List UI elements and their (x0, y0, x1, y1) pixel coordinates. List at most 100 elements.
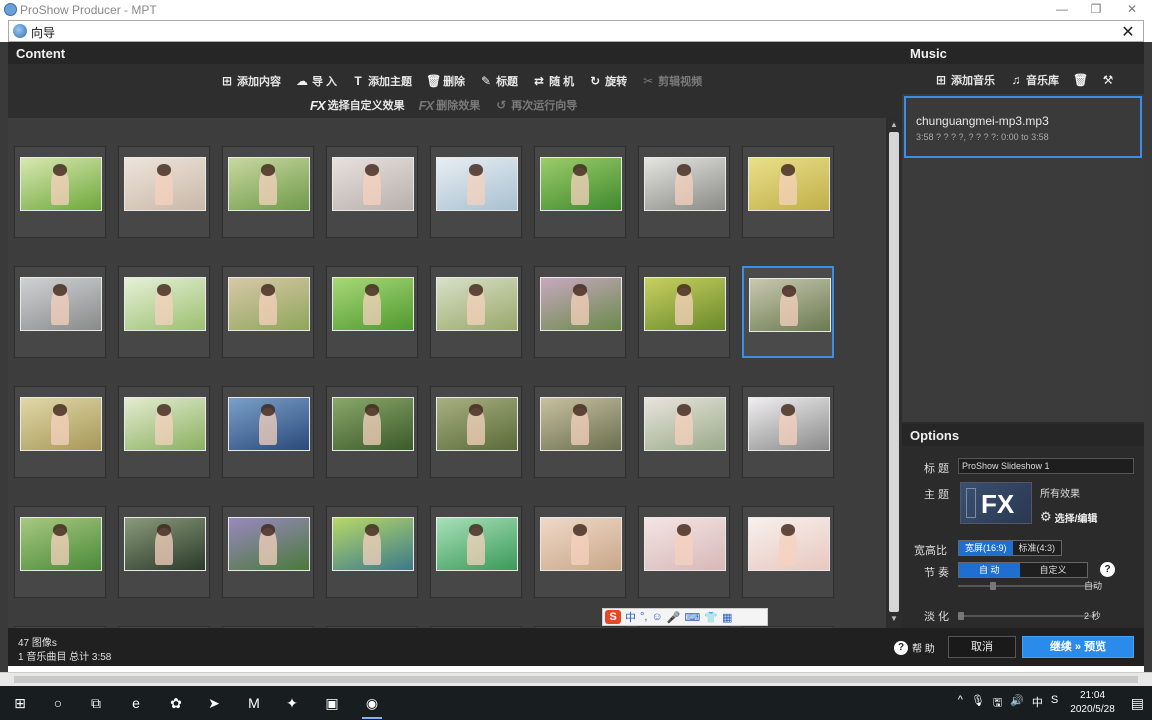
toolbar_row1-item-5[interactable]: ⇄ 随 机 (532, 73, 574, 89)
thumbnail-slide[interactable] (742, 146, 834, 238)
ime-item-4[interactable]: ⌨ (684, 611, 700, 624)
toolbar_row2-item-1[interactable]: FX 删除效果 (419, 97, 481, 113)
app-purple-icon[interactable]: ✿ (164, 691, 188, 715)
content-vertical-scrollbar[interactable]: ▲ ▼ (886, 118, 902, 628)
tray-icon-5[interactable]: S (1051, 694, 1058, 713)
thumbnail-slide[interactable] (14, 506, 106, 598)
cortana-icon[interactable]: ○ (46, 691, 70, 715)
rhythm-custom-option[interactable]: 自定义 (1019, 563, 1087, 577)
thumbnail-slide[interactable] (222, 506, 314, 598)
thumbnail-slide[interactable] (118, 266, 210, 358)
tray-icon-2[interactable]: 🖫 (993, 694, 1002, 713)
app-store-icon[interactable]: ▣ (320, 691, 344, 715)
toolbar_row1-item-1[interactable]: ☁ 导 入 (295, 73, 337, 89)
thumbnail-slide[interactable] (222, 266, 314, 358)
underlying-horizontal-scrollbar[interactable] (0, 672, 1152, 686)
thumbnail-slide[interactable] (430, 506, 522, 598)
rhythm-auto-option[interactable]: 自 动 (959, 563, 1020, 577)
app-close-button[interactable]: ✕ (1122, 2, 1142, 18)
theme-preview-tile[interactable]: FX (960, 482, 1032, 524)
wizard-close-button[interactable]: ✕ (1119, 22, 1137, 42)
aspect-ratio-toggle[interactable]: 宽屏(16:9) 标准(4:3) (958, 540, 1063, 556)
thumbnail-slide[interactable] (742, 266, 834, 358)
tray-icon-1[interactable]: 🎙 (971, 694, 985, 713)
ime-item-5[interactable]: 👕 (704, 611, 718, 624)
thumbnail-slide[interactable] (638, 146, 730, 238)
thumbnail-slide[interactable] (534, 506, 626, 598)
thumbnail-slide[interactable] (534, 266, 626, 358)
scroll-up-arrow-icon[interactable]: ▲ (886, 120, 902, 132)
toolbar_row1-item-0[interactable]: ⊞ 添加内容 (220, 73, 281, 89)
thumbnail-slide[interactable] (326, 506, 418, 598)
help-button[interactable]: ? 帮 助 (894, 640, 935, 655)
thumbnail-slide[interactable] (638, 506, 730, 598)
ime-item-1[interactable]: °, (640, 611, 647, 623)
rhythm-toggle[interactable]: 自 动 自定义 (958, 562, 1088, 578)
maximize-button[interactable]: ❐ (1086, 2, 1106, 18)
thumbnail-slide[interactable] (430, 386, 522, 478)
thumbnail-slide[interactable] (534, 386, 626, 478)
thumbnail-slide[interactable] (118, 146, 210, 238)
thumbnail-slide[interactable] (326, 266, 418, 358)
thumbnail-slide[interactable] (14, 386, 106, 478)
thumbnail-slide[interactable] (742, 506, 834, 598)
fade-slider-knob[interactable] (958, 612, 964, 620)
thumbnail-slide[interactable] (430, 146, 522, 238)
toolbar_row1-item-4[interactable]: ✎ 标题 (479, 73, 518, 89)
rhythm-help-icon[interactable]: ? (1100, 562, 1115, 577)
toolbar_row1-item-7[interactable]: ✂ 剪辑视频 (641, 73, 702, 89)
ime-item-0[interactable]: 中 (625, 609, 636, 625)
toolbar_row1-item-6[interactable]: ↻ 旋转 (588, 73, 627, 89)
continue-preview-button[interactable]: 继续 » 预览 (1022, 636, 1134, 658)
toolbar_row2-item-0[interactable]: FX 选择自定义效果 (310, 97, 405, 113)
notification-center-icon[interactable]: ▤ (1131, 695, 1144, 712)
rhythm-slider-knob[interactable] (990, 582, 996, 590)
thumbnail-slide[interactable] (638, 386, 730, 478)
scroll-down-arrow-icon[interactable]: ▼ (886, 614, 902, 626)
app-dark-icon[interactable]: M (242, 691, 266, 715)
thumbnail-slide[interactable] (534, 146, 626, 238)
ime-item-6[interactable]: ▦ (722, 611, 732, 624)
music-item-2[interactable]: 🗑 (1073, 73, 1088, 87)
thumbnail-slide[interactable] (118, 386, 210, 478)
taskbar-clock[interactable]: 21:04 2020/5/28 (1070, 689, 1115, 717)
music-item-3[interactable]: ⚒ (1101, 73, 1115, 87)
music-item-1[interactable]: ♫ 音乐库 (1009, 72, 1060, 88)
minimize-button[interactable]: — (1052, 2, 1072, 18)
start-button[interactable]: ⊞ (8, 691, 32, 715)
app-red-icon[interactable]: ✦ (280, 691, 304, 715)
ime-toolbar[interactable]: S 中 °, ☺ 🎤 ⌨ 👕 ▦ (602, 608, 768, 626)
toolbar_row2-item-2[interactable]: ↺ 再次运行向导 (494, 97, 577, 113)
thumbnail-slide[interactable] (118, 506, 210, 598)
tray-icon-3[interactable]: 🔊 (1010, 694, 1024, 713)
underlying-scroll-thumb[interactable] (14, 676, 1138, 683)
task-view-icon[interactable]: ⧉ (84, 691, 108, 715)
thumbnail-slide[interactable] (222, 386, 314, 478)
ime-item-3[interactable]: 🎤 (667, 611, 681, 624)
tray-icon-0[interactable]: ^ (958, 694, 963, 713)
toolbar_row1-item-2[interactable]: T 添加主题 (351, 73, 412, 89)
thumbnail-slide[interactable] (326, 386, 418, 478)
cancel-button[interactable]: 取消 (948, 636, 1016, 658)
thumbnail-slide[interactable] (14, 266, 106, 358)
thumbnail-slide[interactable] (638, 266, 730, 358)
toolbar_row1-item-3[interactable]: 🗑 删除 (426, 73, 465, 89)
ime-item-2[interactable]: ☺ (651, 611, 662, 623)
aspect-widescreen-option[interactable]: 宽屏(16:9) (959, 541, 1013, 555)
music-item-0[interactable]: ⊞ 添加音乐 (934, 72, 995, 88)
thumbnail-slide[interactable] (326, 146, 418, 238)
thumbnail-slide[interactable] (430, 266, 522, 358)
scroll-thumb[interactable] (889, 132, 899, 612)
slideshow-title-input[interactable]: ProShow Slideshow 1 (958, 458, 1134, 474)
tray-icon-4[interactable]: 中 (1032, 694, 1043, 713)
app-blue-icon[interactable]: ➤ (202, 691, 226, 715)
theme-select-edit-button[interactable]: ⚙ 选择/编辑 (1040, 509, 1097, 525)
thumbnail-slide[interactable] (14, 146, 106, 238)
thumbnail-slide[interactable] (222, 146, 314, 238)
thumbnail-slide[interactable] (742, 386, 834, 478)
music-track-item[interactable]: chunguangmei-mp3.mp3 3:58 ? ? ? ?, ? ? ?… (904, 96, 1142, 158)
edge-icon[interactable]: e (124, 691, 148, 715)
aspect-standard-option[interactable]: 标准(4:3) (1012, 541, 1062, 555)
thumbnail-grid[interactable] (8, 118, 886, 628)
proshow-icon[interactable]: ◉ (360, 691, 384, 719)
